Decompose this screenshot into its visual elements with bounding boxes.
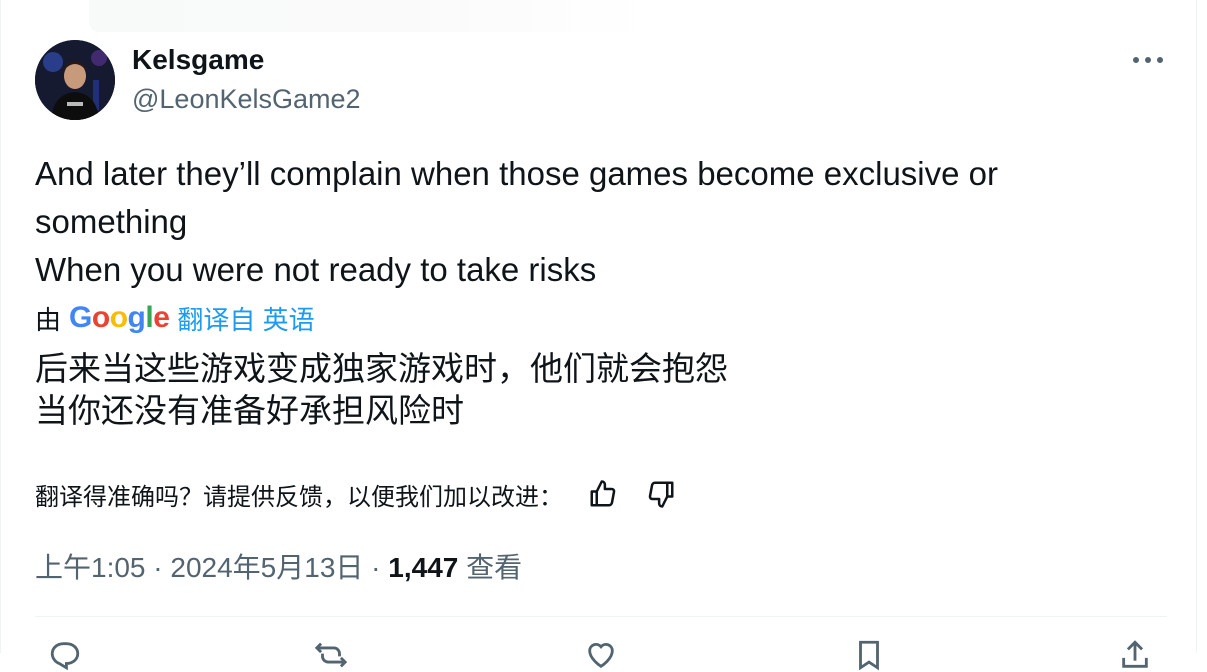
tweet-text-line: When you were not ready to take risks [35,251,597,288]
faded-top-bar [89,0,649,32]
tweet-text: And later they’ll complain when those ga… [35,150,1165,294]
translation-feedback: 翻译得准确吗？请提供反馈，以便我们加以改进： [35,476,679,512]
translated-text-line: 当你还没有准备好承担风险时 [35,392,464,429]
retweet-icon [314,642,348,668]
bookmark-icon [859,640,879,671]
action-bar [35,638,1167,671]
by-label: 由 [35,304,62,335]
views-count: 1,447 [388,552,459,583]
avatar-image [35,40,115,120]
translated-text-line: 后来当这些游戏变成独家游戏时，他们就会抱怨 [35,350,728,387]
more-horizontal-icon [1133,57,1163,63]
thumbs-down-button[interactable] [643,476,679,512]
thumbs-up-button[interactable] [585,476,621,512]
tweet-text-line: And later they’ll complain when those ga… [35,155,998,192]
thumbs-down-icon [648,481,674,508]
avatar[interactable] [35,40,115,120]
tweet-container: Kelsgame @LeonKelsGame2 And later they’l… [0,0,1197,671]
share-icon [1122,640,1148,668]
feedback-prompt: 翻译得准确吗？请提供反馈，以便我们加以改进： [35,483,563,511]
thumbs-up-icon [590,480,616,507]
retweet-button[interactable] [313,638,349,668]
reply-button[interactable] [47,638,83,671]
meta-separator: · [363,552,389,583]
more-button[interactable] [1130,44,1166,76]
divider [35,616,1167,617]
author-name[interactable]: Kelsgame [132,44,264,76]
tweet-date[interactable]: 2024年5月13日 [170,552,363,583]
views-label: 查看 [458,552,523,583]
reply-icon [50,642,80,671]
translated-from-link[interactable]: 翻译自 英语 [177,300,314,337]
tweet-meta: 上午1:05 · 2024年5月13日 · 1,447 查看 [35,546,522,586]
meta-separator: · [145,552,171,583]
share-button[interactable] [1117,638,1153,668]
bookmark-button[interactable] [851,638,887,671]
google-logo: Google [69,301,170,334]
tweet-text-line: something [35,203,188,240]
tweet-time[interactable]: 上午1:05 [35,552,146,583]
like-button[interactable] [583,638,619,669]
heart-icon [588,643,614,669]
translated-text: 后来当这些游戏变成独家游戏时，他们就会抱怨 当你还没有准备好承担风险时 [35,348,1165,432]
translation-attribution: 由 Google 翻译自 英语 [35,300,315,336]
author-handle[interactable]: @LeonKelsGame2 [132,84,361,115]
